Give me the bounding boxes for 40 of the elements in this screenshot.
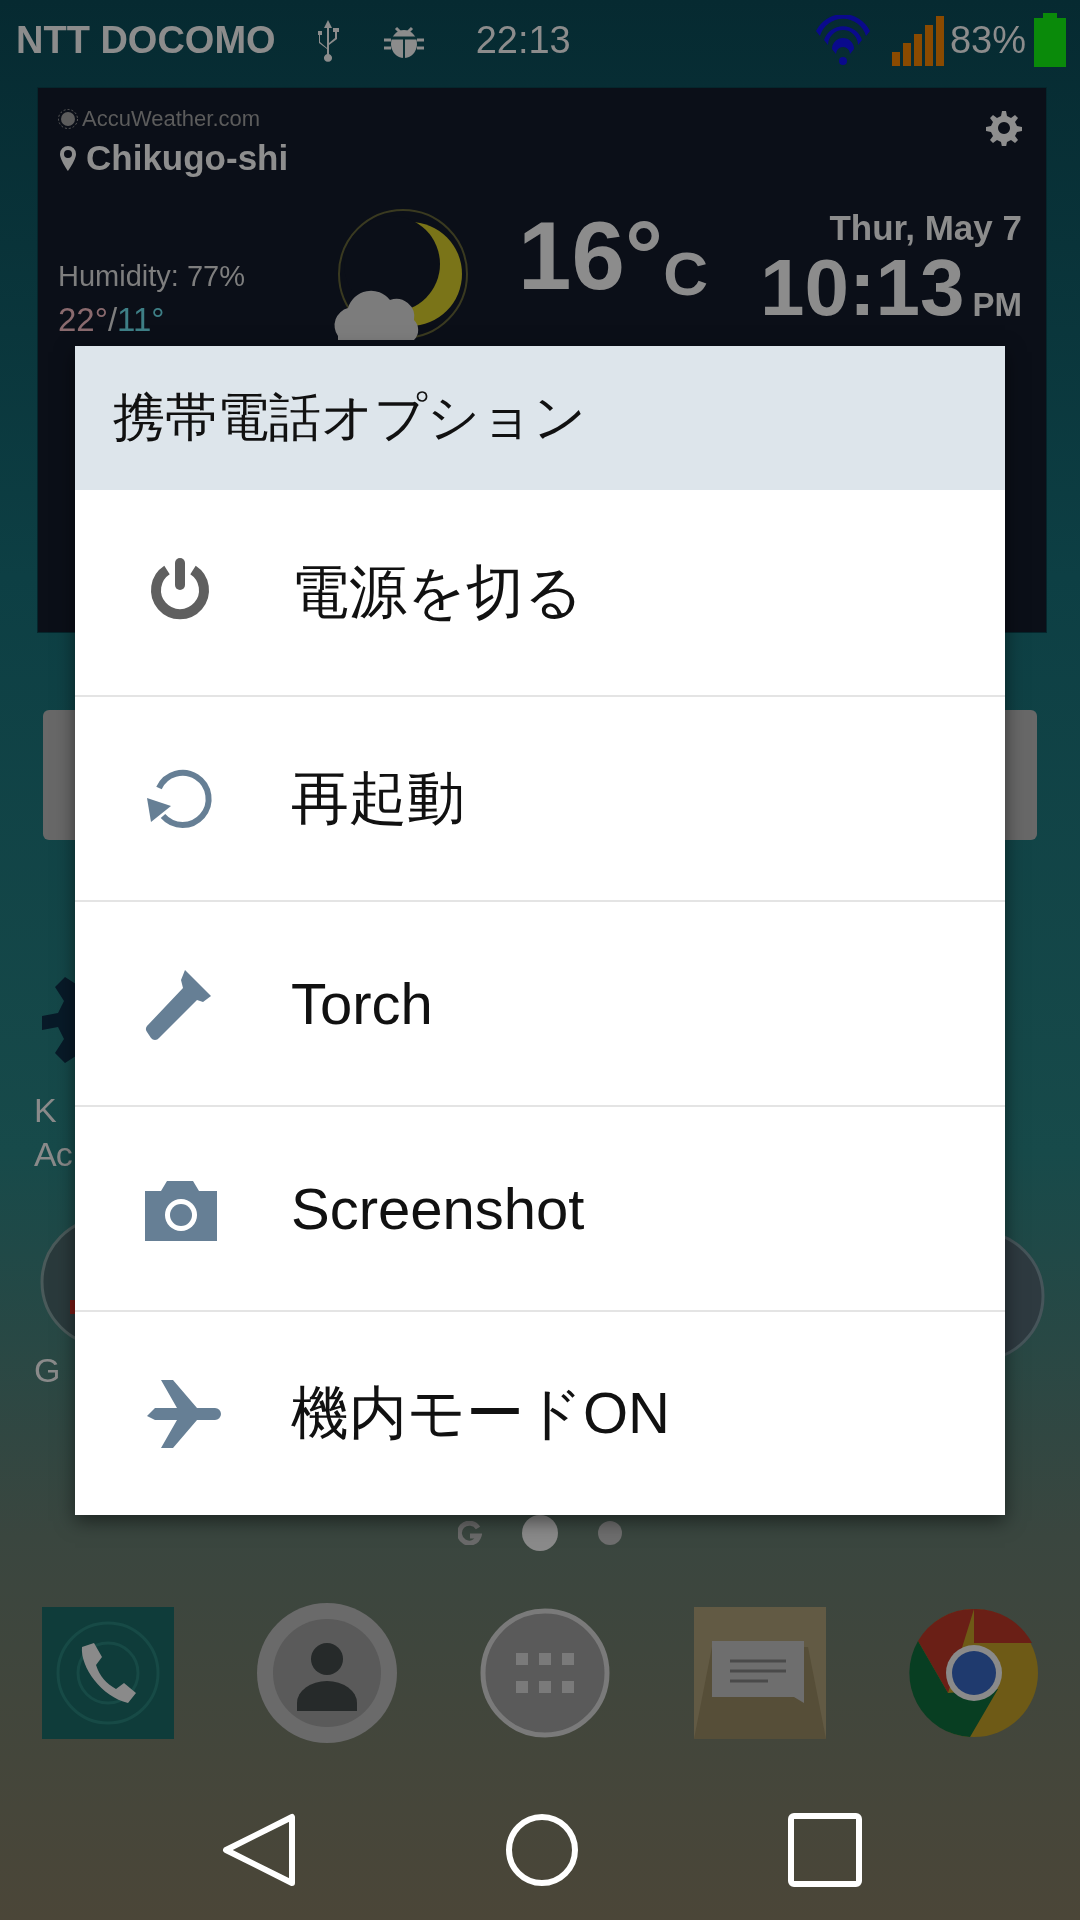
location-name: Chikugo-shi: [86, 138, 289, 178]
menu-item[interactable]: 電源を切る: [75, 490, 1005, 695]
temperature-unit: C: [663, 238, 708, 309]
google-icon[interactable]: [458, 1520, 482, 1545]
high-temperature: 22°: [58, 301, 108, 338]
signal-icon: [891, 14, 944, 66]
dialog-title: 携帯電話オプション: [75, 346, 1005, 490]
location-pin-icon: [58, 144, 78, 172]
usb-icon: [315, 18, 342, 62]
apps-icon[interactable]: [479, 1606, 611, 1739]
contacts-icon[interactable]: [256, 1602, 397, 1743]
low-temperature: 11°: [117, 301, 165, 338]
app-label: G: [34, 1350, 61, 1391]
menu-item[interactable]: Screenshot: [75, 1105, 1005, 1310]
back-button[interactable]: [222, 1813, 296, 1887]
recents-button[interactable]: [788, 1813, 862, 1887]
menu-item[interactable]: 機内モードON: [75, 1310, 1005, 1515]
sun-icon: [58, 109, 78, 129]
menu-item[interactable]: 再起動: [75, 695, 1005, 900]
page-dot[interactable]: [598, 1520, 622, 1545]
status-time: 22:13: [475, 18, 571, 62]
battery-percent: 83%: [949, 18, 1026, 62]
battery-icon: [1034, 13, 1066, 67]
temperature-separator: /: [107, 301, 118, 338]
meridiem-text: PM: [972, 286, 1022, 324]
page-dot[interactable]: [522, 1514, 558, 1551]
current-temperature: 16°: [518, 208, 664, 304]
source-label: AccuWeather.com: [82, 106, 261, 132]
airplane-icon: [145, 1377, 221, 1450]
app-label: Ac: [34, 1134, 73, 1175]
settings-icon[interactable]: [986, 110, 1022, 146]
menu-item[interactable]: Torch: [75, 900, 1005, 1105]
app-label: K: [34, 1090, 57, 1131]
home-button[interactable]: [505, 1813, 579, 1887]
phone-icon[interactable]: [42, 1606, 174, 1739]
clock-time: 10:13: [759, 248, 965, 328]
browser-icon[interactable]: [908, 1606, 1040, 1739]
carrier-name: NTT DOCOMO: [16, 18, 276, 62]
date-text: Thur, May 7: [829, 208, 1022, 248]
humidity-text: Humidity: 77%: [58, 260, 246, 293]
